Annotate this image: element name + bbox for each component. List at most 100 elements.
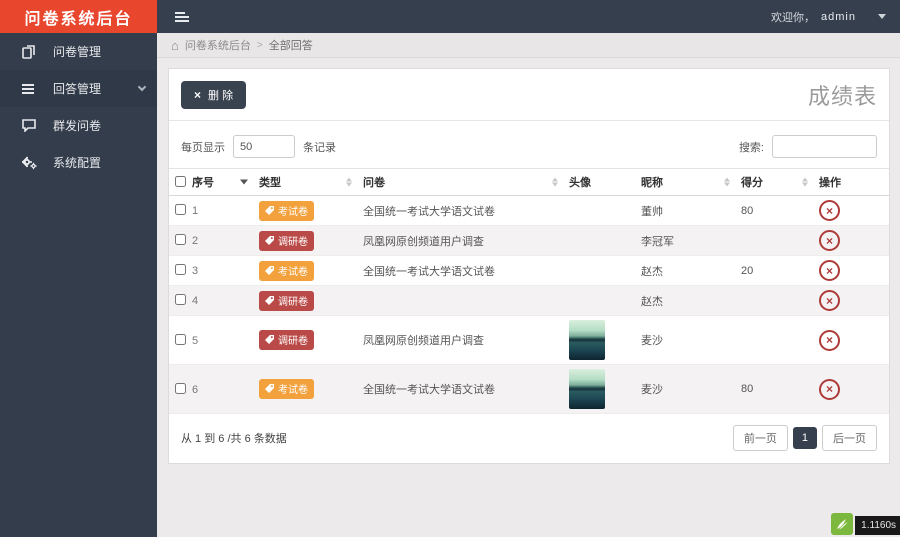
row-index: 6 — [192, 384, 198, 396]
row-checkbox[interactable] — [175, 264, 186, 275]
comment-icon — [22, 119, 38, 133]
survey-name: 凤凰网原创频道用户调查 — [357, 226, 563, 256]
tag-icon — [265, 296, 274, 305]
breadcrumb: ⌂ 问卷系统后台 > 全部回答 — [157, 33, 900, 58]
type-badge: 调研卷 — [259, 231, 314, 251]
column-header: 头像 — [563, 169, 635, 196]
column-header: 操作 — [813, 169, 889, 196]
delete-row-button[interactable]: × — [819, 200, 840, 221]
sidebar-toggle-icon[interactable] — [171, 8, 193, 26]
type-badge-label: 考试卷 — [278, 263, 308, 278]
table-row: 4调研卷赵杰× — [169, 286, 889, 316]
row-index: 2 — [192, 235, 198, 247]
row-index: 3 — [192, 265, 198, 277]
delete-selected-button[interactable]: × 删 除 — [181, 81, 246, 109]
score: 20 — [735, 256, 813, 286]
username: admin — [821, 11, 856, 23]
welcome-text: 欢迎你， — [771, 9, 815, 25]
nickname: 赵杰 — [635, 256, 735, 286]
breadcrumb-separator: > — [257, 40, 263, 51]
page-number-button[interactable]: 1 — [793, 427, 817, 449]
type-badge: 调研卷 — [259, 291, 314, 311]
nickname: 麦沙 — [635, 316, 735, 365]
tag-icon — [265, 236, 274, 245]
table-row: 6考试卷全国统一考试大学语文试卷麦沙80× — [169, 365, 889, 414]
table-row: 2调研卷凤凰网原创频道用户调查李冠军× — [169, 226, 889, 256]
type-badge-label: 调研卷 — [278, 233, 308, 248]
breadcrumb-root[interactable]: 问卷系统后台 — [185, 37, 251, 53]
score — [735, 316, 813, 365]
column-header[interactable]: 序号 — [169, 169, 253, 196]
sort-icon — [346, 178, 352, 187]
score — [735, 226, 813, 256]
row-checkbox[interactable] — [175, 383, 186, 394]
app-window: 问卷系统后台 欢迎你， admin 问卷管理 回答管理 — [0, 0, 900, 537]
row-checkbox[interactable] — [175, 334, 186, 345]
sort-icon — [552, 178, 558, 187]
breadcrumb-current: 全部回答 — [269, 37, 313, 53]
x-icon: × — [194, 89, 201, 101]
column-header-label: 问卷 — [363, 177, 385, 189]
sidebar-item-answer-management[interactable]: 回答管理 — [0, 70, 157, 107]
app-logo[interactable]: 问卷系统后台 — [0, 0, 157, 33]
page-title: 成绩表 — [808, 79, 877, 111]
search-label: 搜索: — [739, 139, 764, 155]
home-icon: ⌂ — [171, 39, 179, 52]
sort-icon — [802, 178, 808, 187]
row-index: 4 — [192, 295, 198, 307]
sort-icon — [724, 178, 730, 187]
thinkphp-logo-icon[interactable] — [831, 513, 853, 535]
sidebar-item-broadcast-survey[interactable]: 群发问卷 — [0, 107, 157, 144]
sidebar-item-label: 回答管理 — [53, 80, 139, 97]
column-header[interactable]: 昵称 — [635, 169, 735, 196]
table-row: 3考试卷全国统一考试大学语文试卷赵杰20× — [169, 256, 889, 286]
tag-icon — [265, 266, 274, 275]
score: 80 — [735, 365, 813, 414]
topbar: 问卷系统后台 欢迎你， admin — [0, 0, 900, 33]
row-checkbox[interactable] — [175, 204, 186, 215]
nickname: 董帅 — [635, 196, 735, 226]
user-menu[interactable]: 欢迎你， admin — [771, 9, 886, 25]
column-header-label: 类型 — [259, 177, 281, 189]
cogs-icon — [22, 156, 38, 170]
row-checkbox[interactable] — [175, 234, 186, 245]
list-icon — [22, 82, 38, 96]
delete-row-button[interactable]: × — [819, 230, 840, 251]
sort-desc-icon — [240, 180, 248, 185]
delete-row-button[interactable]: × — [819, 260, 840, 281]
next-page-button[interactable]: 后一页 — [822, 425, 877, 451]
chevron-down-icon — [878, 14, 886, 19]
column-header[interactable]: 得分 — [735, 169, 813, 196]
avatar — [569, 320, 605, 360]
table-row: 1考试卷全国统一考试大学语文试卷董帅80× — [169, 196, 889, 226]
survey-name: 凤凰网原创频道用户调查 — [357, 316, 563, 365]
avatar — [569, 369, 605, 409]
sidebar: 问卷管理 回答管理 群发问卷 系统配置 — [0, 33, 157, 537]
page-length-label-prefix: 每页显示 — [181, 139, 225, 155]
score — [735, 286, 813, 316]
delete-row-button[interactable]: × — [819, 379, 840, 400]
page-length-input[interactable] — [233, 135, 295, 158]
results-table: 序号类型 问卷 头像 昵称得分操作 1 考试卷全国统一考试大学语文试卷 董帅 80 × 2 调研卷… — [169, 168, 889, 414]
type-badge: 调研卷 — [259, 330, 314, 350]
results-panel: × 删 除 成绩表 每页显示 条记录 搜索: 序号类型问卷头像昵称得分操作 1考… — [168, 68, 890, 464]
row-index: 1 — [192, 205, 198, 217]
tag-icon — [265, 335, 274, 344]
table-header-row: 序号类型 问卷 头像 昵称得分操作 — [169, 169, 889, 196]
sidebar-item-label: 群发问卷 — [53, 117, 145, 134]
tag-icon — [265, 384, 274, 393]
delete-row-button[interactable]: × — [819, 330, 840, 351]
column-header[interactable]: 问卷 — [357, 169, 563, 196]
column-header[interactable]: 类型 — [253, 169, 357, 196]
select-all-checkbox[interactable] — [175, 176, 186, 187]
column-header-label: 头像 — [569, 177, 591, 189]
row-checkbox[interactable] — [175, 294, 186, 305]
delete-row-button[interactable]: × — [819, 290, 840, 311]
search-input[interactable] — [772, 135, 877, 158]
sidebar-item-system-config[interactable]: 系统配置 — [0, 144, 157, 181]
survey-name: 全国统一考试大学语文试卷 — [357, 365, 563, 414]
type-badge: 考试卷 — [259, 201, 314, 221]
sidebar-item-survey-management[interactable]: 问卷管理 — [0, 33, 157, 70]
prev-page-button[interactable]: 前一页 — [733, 425, 788, 451]
sidebar-item-label: 系统配置 — [53, 154, 145, 171]
